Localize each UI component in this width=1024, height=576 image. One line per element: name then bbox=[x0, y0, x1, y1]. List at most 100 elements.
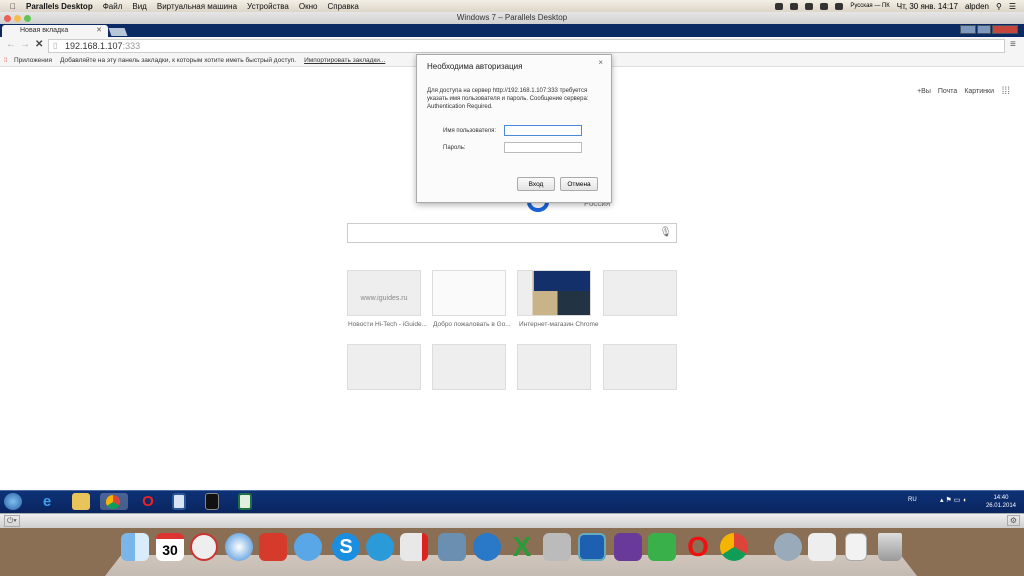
chrome-taskbar-icon[interactable] bbox=[100, 493, 128, 510]
close-dialog-icon[interactable]: × bbox=[598, 58, 603, 67]
close-window-button[interactable] bbox=[4, 15, 11, 22]
microphone-icon[interactable]: 🎙 bbox=[659, 227, 672, 238]
tile-empty[interactable] bbox=[347, 344, 421, 390]
password-field[interactable] bbox=[504, 142, 582, 153]
url-host: 192.168.1.107 bbox=[65, 41, 123, 51]
telegram-icon[interactable] bbox=[366, 533, 394, 561]
menu-icon[interactable]: ≡ bbox=[1010, 39, 1016, 50]
apps-link[interactable]: Приложения bbox=[14, 55, 52, 66]
apps-icon[interactable]: ⁞⁞ bbox=[4, 55, 8, 67]
close-icon[interactable] bbox=[992, 25, 1018, 34]
new-tab-button[interactable] bbox=[108, 28, 128, 36]
input-source[interactable]: Русская — ПК bbox=[850, 3, 889, 9]
menu-view[interactable]: Вид bbox=[132, 2, 146, 11]
chrome-tabstrip bbox=[0, 24, 1024, 37]
settings-gear-icon[interactable]: ⚙ bbox=[1006, 515, 1020, 526]
power-icon[interactable]: ⏻▾ bbox=[4, 515, 20, 527]
status-icon[interactable] bbox=[775, 2, 784, 10]
page-icon: ▯ bbox=[53, 41, 58, 50]
excel-dock-icon[interactable]: X bbox=[508, 533, 536, 561]
tile-empty[interactable] bbox=[517, 344, 591, 390]
opera-dock-icon[interactable]: O bbox=[684, 533, 712, 561]
volume-icon[interactable] bbox=[835, 2, 844, 10]
safari-icon[interactable] bbox=[225, 533, 253, 561]
trash-icon[interactable] bbox=[878, 533, 902, 561]
menu-file[interactable]: Файл bbox=[103, 2, 123, 11]
link-images[interactable]: Картинки bbox=[964, 88, 994, 95]
start-button[interactable] bbox=[4, 493, 22, 510]
opera-icon[interactable]: O bbox=[139, 493, 157, 510]
tile-iguides[interactable]: www.iguides.ru bbox=[347, 270, 421, 316]
notification-center-icon[interactable]: ☰ bbox=[1009, 2, 1016, 11]
chrome-dock-icon[interactable] bbox=[720, 533, 748, 561]
evernote-icon[interactable] bbox=[648, 533, 676, 561]
bookmarks-hint: Добавляйте на эту панель закладки, к кот… bbox=[60, 57, 297, 64]
menu-vm[interactable]: Виртуальная машина bbox=[157, 2, 237, 11]
back-icon[interactable]: ← bbox=[6, 39, 16, 50]
explorer-icon[interactable] bbox=[72, 493, 90, 510]
menubar-status: Русская — ПК Чт, 30 янв. 14:17 alpden ⚲ … bbox=[775, 0, 1016, 12]
cancel-button[interactable]: Отмена bbox=[560, 177, 598, 191]
wifi-icon[interactable] bbox=[820, 2, 829, 10]
word-icon[interactable] bbox=[172, 493, 186, 510]
minimize-icon[interactable] bbox=[960, 25, 976, 34]
fun-icon[interactable] bbox=[543, 533, 571, 561]
apps-grid-icon[interactable]: ⁞⁞⁞ bbox=[1002, 86, 1010, 97]
link-plus-you[interactable]: +Вы bbox=[917, 88, 931, 95]
stop-icon[interactable]: ✕ bbox=[35, 39, 43, 50]
zoom-window-button[interactable] bbox=[24, 15, 31, 22]
tab-title: Новая вкладка bbox=[20, 27, 69, 34]
internet-explorer-icon[interactable]: e bbox=[38, 493, 56, 510]
finder-icon[interactable] bbox=[121, 533, 149, 561]
close-tab-icon[interactable]: ✕ bbox=[96, 25, 102, 37]
photo-edit-icon[interactable] bbox=[614, 533, 642, 561]
parallels-icon[interactable] bbox=[400, 533, 428, 561]
apple-icon[interactable]:  bbox=[10, 2, 16, 11]
calendar-icon[interactable]: 30 bbox=[156, 533, 184, 561]
pages-icon[interactable] bbox=[578, 533, 606, 561]
link-mail[interactable]: Почта bbox=[938, 88, 957, 95]
tab-new-tab[interactable]: Новая вкладка ✕ bbox=[2, 25, 108, 37]
tile-label[interactable]: Новости Hi-Tech - iGuide... bbox=[348, 321, 428, 328]
status-icon[interactable] bbox=[805, 2, 814, 10]
google-search-input[interactable]: 🎙 bbox=[347, 223, 677, 243]
mail-icon[interactable] bbox=[190, 533, 218, 561]
cmd-icon[interactable] bbox=[205, 493, 219, 510]
tile-empty[interactable] bbox=[603, 270, 677, 316]
taskbar-clock[interactable]: 14:40 26.01.2014 bbox=[986, 494, 1016, 510]
login-button[interactable]: Вход bbox=[517, 177, 555, 191]
skype-icon[interactable]: S bbox=[332, 533, 360, 561]
tile-empty[interactable] bbox=[603, 344, 677, 390]
status-icon[interactable] bbox=[790, 2, 799, 10]
language-indicator[interactable]: RU bbox=[908, 497, 917, 503]
import-bookmarks-link[interactable]: Импортировать закладки... bbox=[304, 55, 385, 66]
tile-chrome-store[interactable] bbox=[517, 270, 591, 316]
username-field[interactable] bbox=[504, 125, 582, 136]
menubar-user[interactable]: alpden bbox=[965, 2, 989, 11]
tile-welcome-chrome[interactable] bbox=[432, 270, 506, 316]
menu-app-name[interactable]: Parallels Desktop bbox=[26, 2, 93, 11]
tray-icons[interactable]: ▴ ⚑ ▭ ◖ bbox=[940, 496, 966, 504]
tile-empty[interactable] bbox=[432, 344, 506, 390]
menu-window[interactable]: Окно bbox=[299, 2, 318, 11]
messages-icon[interactable] bbox=[294, 533, 322, 561]
tile-label[interactable]: Интернет-магазин Chrome bbox=[519, 321, 599, 328]
txt-file-icon[interactable] bbox=[845, 533, 867, 561]
skitch-icon[interactable] bbox=[259, 533, 287, 561]
tile-label[interactable]: Добро пожаловать в Go... bbox=[433, 321, 513, 328]
menu-help[interactable]: Справка bbox=[327, 2, 358, 11]
iphoto-icon[interactable] bbox=[438, 533, 466, 561]
excel-icon[interactable] bbox=[238, 493, 252, 510]
minimize-window-button[interactable] bbox=[14, 15, 21, 22]
maximize-icon[interactable] bbox=[977, 25, 991, 34]
menubar-clock[interactable]: Чт, 30 янв. 14:17 bbox=[897, 2, 958, 11]
address-bar[interactable]: ▯ 192.168.1.107:333 bbox=[48, 39, 1005, 53]
spotlight-icon[interactable]: ⚲ bbox=[996, 2, 1002, 11]
quicktime-icon[interactable] bbox=[774, 533, 802, 561]
itunes-icon[interactable] bbox=[473, 533, 501, 561]
preview-icon[interactable] bbox=[808, 533, 836, 561]
parallels-status-bar: ⏻▾ ⚙ bbox=[0, 513, 1024, 528]
forward-icon[interactable]: → bbox=[20, 39, 30, 50]
auth-dialog: Необходима авторизация × Для доступа на … bbox=[416, 54, 612, 203]
menu-devices[interactable]: Устройства bbox=[247, 2, 289, 11]
